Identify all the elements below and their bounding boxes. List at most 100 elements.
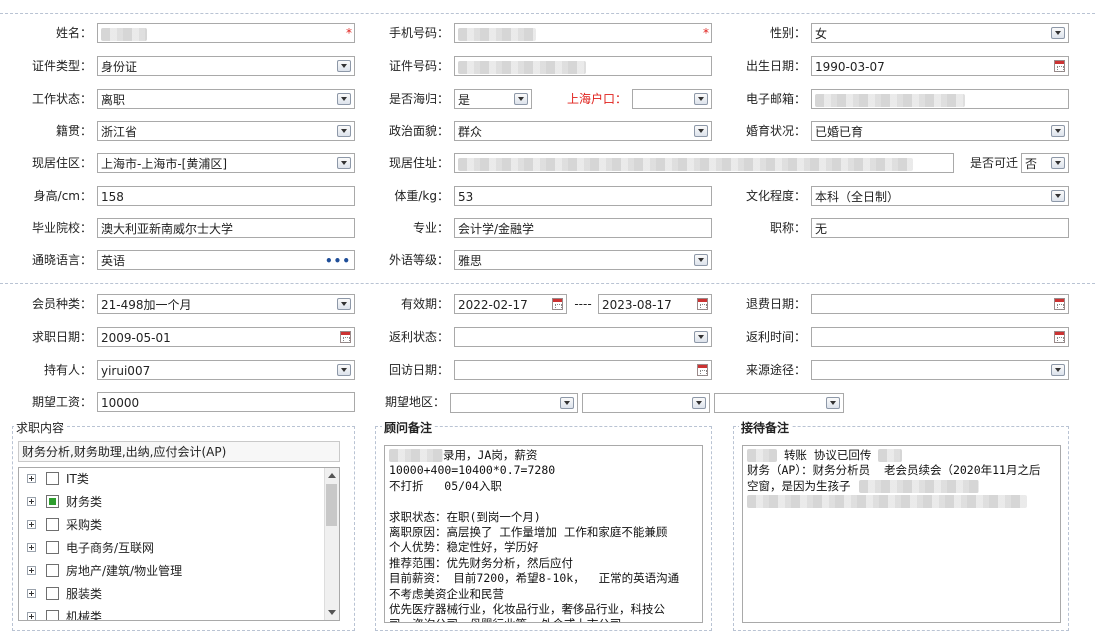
scroll-up-icon[interactable] <box>328 473 336 478</box>
tree-item-it[interactable]: IT类 <box>19 468 325 490</box>
chevron-down-icon[interactable] <box>826 397 840 409</box>
calendar-icon[interactable] <box>340 331 351 343</box>
more-options-icon[interactable]: ••• <box>325 251 351 269</box>
district-select[interactable]: 上海市-上海市-[黄浦区] <box>97 153 355 173</box>
rebate-time-field[interactable] <box>811 327 1069 347</box>
calendar-icon[interactable] <box>697 364 708 376</box>
weight-label: 体重/kg： <box>394 189 449 203</box>
chevron-down-icon[interactable] <box>337 93 351 105</box>
email-field[interactable] <box>811 89 1069 109</box>
marital-select[interactable]: 已婚已育 <box>811 121 1069 141</box>
id-type-select[interactable]: 身份证 <box>97 56 355 76</box>
checkbox[interactable] <box>46 518 59 531</box>
chevron-down-icon[interactable] <box>560 397 574 409</box>
scroll-down-icon[interactable] <box>328 610 336 615</box>
salary-value: 10000 <box>101 396 140 410</box>
required-mark: * <box>346 26 352 40</box>
chevron-down-icon[interactable] <box>694 331 708 343</box>
checkbox[interactable] <box>46 587 59 600</box>
expand-icon[interactable] <box>27 612 36 620</box>
chevron-down-icon[interactable] <box>1051 190 1065 202</box>
language-field[interactable]: 英语 ••• <box>97 250 355 270</box>
address-field[interactable] <box>454 153 954 173</box>
gender-select[interactable]: 女 <box>811 23 1069 43</box>
chevron-down-icon[interactable] <box>337 125 351 137</box>
expand-icon[interactable] <box>27 474 36 483</box>
education-select[interactable]: 本科（全日制） <box>811 186 1069 206</box>
tree-scrollbar[interactable] <box>324 468 339 620</box>
calendar-icon[interactable] <box>552 298 563 310</box>
mobile-field[interactable]: * <box>454 23 712 43</box>
source-select[interactable] <box>811 360 1069 380</box>
valid-to-field[interactable]: 2023-08-17 <box>598 294 712 314</box>
height-field[interactable]: 158 <box>97 186 355 206</box>
checkbox[interactable] <box>46 564 59 577</box>
checkbox-checked[interactable] <box>46 495 59 508</box>
holder-select[interactable]: yirui007 <box>97 360 355 380</box>
name-field[interactable]: * <box>97 23 355 43</box>
chevron-down-icon[interactable] <box>514 93 528 105</box>
expand-icon[interactable] <box>27 589 36 598</box>
chevron-down-icon[interactable] <box>337 157 351 169</box>
valid-from-field[interactable]: 2022-02-17 <box>454 294 567 314</box>
calendar-icon[interactable] <box>1054 298 1065 310</box>
school-field[interactable]: 澳大利亚新南威尔士大学 <box>97 218 355 238</box>
chevron-down-icon[interactable] <box>694 93 708 105</box>
tree-item-ecommerce[interactable]: 电子商务/互联网 <box>19 537 325 559</box>
work-status-select[interactable]: 离职 <box>97 89 355 109</box>
birth-date-field[interactable]: 1990-03-07 <box>811 56 1069 76</box>
chevron-down-icon[interactable] <box>1051 125 1065 137</box>
id-number-field[interactable] <box>454 56 712 76</box>
salary-field[interactable]: 10000 <box>97 392 355 412</box>
id-type-value: 身份证 <box>101 60 138 74</box>
job-summary-field[interactable]: 财务分析,财务助理,出纳,应付会计(AP) <box>18 441 340 462</box>
calendar-icon[interactable] <box>697 298 708 310</box>
hukou-select[interactable] <box>632 89 712 109</box>
checkbox[interactable] <box>46 610 59 620</box>
chevron-down-icon[interactable] <box>692 397 706 409</box>
scrollbar-thumb[interactable] <box>326 484 337 526</box>
checkbox[interactable] <box>46 541 59 554</box>
expand-icon[interactable] <box>27 520 36 529</box>
reception-notes-textarea[interactable]: 转账 协议已回传 财务（AP）：财务分析员 老会员续会（2020年11月之后 空… <box>742 445 1061 623</box>
relocate-select[interactable]: 否 <box>1021 153 1069 173</box>
expand-icon[interactable] <box>27 497 36 506</box>
chevron-down-icon[interactable] <box>337 364 351 376</box>
checkbox[interactable] <box>46 472 59 485</box>
consultant-notes-textarea[interactable]: 录用，JA岗，薪资10000+400=10400*0.7=7280 不打折 05… <box>384 445 703 623</box>
native-place-select[interactable]: 浙江省 <box>97 121 355 141</box>
tree-item-apparel[interactable]: 服装类 <box>19 583 325 605</box>
returnee-select[interactable]: 是 <box>454 89 532 109</box>
calendar-icon[interactable] <box>1054 331 1065 343</box>
region-select-2[interactable] <box>582 393 710 413</box>
political-select[interactable]: 群众 <box>454 121 712 141</box>
tree-item-machinery[interactable]: 机械类 <box>19 606 325 620</box>
region-select-3[interactable] <box>714 393 844 413</box>
visit-date-field[interactable] <box>454 360 712 380</box>
job-date-field[interactable]: 2009-05-01 <box>97 327 355 347</box>
chevron-down-icon[interactable] <box>1051 27 1065 39</box>
chevron-down-icon[interactable] <box>337 60 351 72</box>
tree-item-realestate[interactable]: 房地产/建筑/物业管理 <box>19 560 325 582</box>
chevron-down-icon[interactable] <box>694 125 708 137</box>
tree-item-purchasing[interactable]: 采购类 <box>19 514 325 536</box>
expand-icon[interactable] <box>27 566 36 575</box>
chevron-down-icon[interactable] <box>1051 364 1065 376</box>
tree-item-finance[interactable]: 财务类 <box>19 491 325 513</box>
expand-icon[interactable] <box>27 543 36 552</box>
job-category-tree[interactable]: IT类 财务类 采购类 电子商务/互联网 房地产/建筑/物业管理 服装类 机械类 <box>18 467 340 621</box>
weight-field[interactable]: 53 <box>454 186 712 206</box>
major-field[interactable]: 会计学/金融学 <box>454 218 712 238</box>
chevron-down-icon[interactable] <box>1051 157 1065 169</box>
job-title-field[interactable]: 无 <box>811 218 1069 238</box>
foreign-level-select[interactable]: 雅思 <box>454 250 712 270</box>
calendar-icon[interactable] <box>1054 60 1065 72</box>
rebate-status-select[interactable] <box>454 327 712 347</box>
member-type-select[interactable]: 21-498加一个月 <box>97 294 355 314</box>
refund-date-field[interactable] <box>811 294 1069 314</box>
region-select-1[interactable] <box>450 393 578 413</box>
chevron-down-icon[interactable] <box>694 254 708 266</box>
gender-value: 女 <box>815 27 828 41</box>
job-date-value: 2009-05-01 <box>101 331 171 345</box>
chevron-down-icon[interactable] <box>337 298 351 310</box>
